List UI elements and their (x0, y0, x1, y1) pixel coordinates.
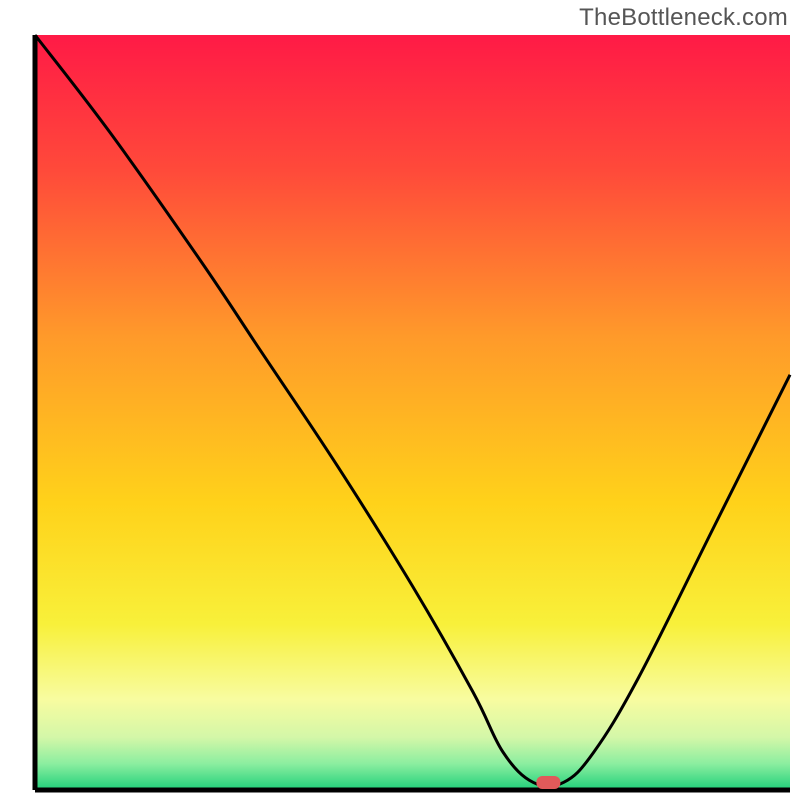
minimum-marker (536, 776, 560, 789)
chart-canvas (0, 0, 800, 800)
bottleneck-chart: TheBottleneck.com (0, 0, 800, 800)
watermark-text: TheBottleneck.com (579, 4, 788, 32)
gradient-background (35, 35, 790, 790)
